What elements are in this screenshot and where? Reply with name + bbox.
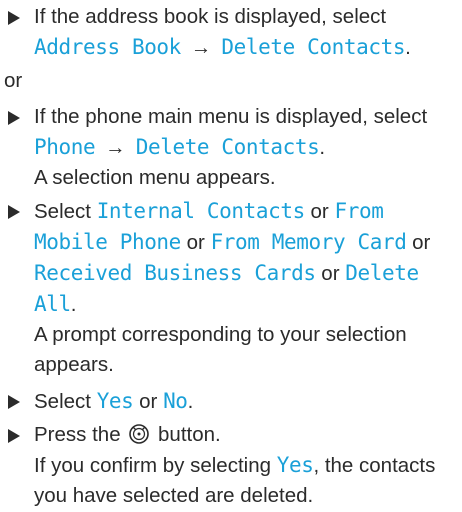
period: . <box>405 36 411 59</box>
step-result: A prompt corresponding to your selection… <box>34 323 407 376</box>
step-text: Select <box>34 200 91 223</box>
step-result: If you confirm by selecting <box>34 454 271 477</box>
step-text-end: button. <box>158 423 221 446</box>
step-phone-menu: If the phone main menu is displayed, sel… <box>4 102 458 193</box>
or-word: or <box>412 231 431 254</box>
menu-item-phone: Phone <box>34 135 96 159</box>
step-text: If the phone main menu is displayed, sel… <box>34 105 428 128</box>
option-yes: Yes <box>96 389 134 413</box>
or-word: or <box>310 200 329 223</box>
menu-item-delete-contacts: Delete Contacts <box>221 35 406 59</box>
option-no: No <box>163 389 188 413</box>
step-text: If the address book is displayed, select <box>34 5 387 28</box>
step-result: A selection menu appears. <box>34 166 276 189</box>
option-from-memory-card: From Memory Card <box>210 230 407 254</box>
step-select-yes-no: Select Yes or No. <box>4 386 458 417</box>
or-word: or <box>186 231 205 254</box>
menu-arrow: → <box>105 136 126 159</box>
or-word: or <box>321 262 340 285</box>
step-select-source: Select Internal Contacts or From Mobile … <box>4 196 458 380</box>
menu-arrow: → <box>190 36 212 59</box>
option-received-business-cards: Received Business Cards <box>34 261 316 285</box>
bullet-arrow-icon <box>8 205 20 219</box>
or-separator: or <box>4 69 23 92</box>
period: . <box>187 390 194 413</box>
rotary-push-button-icon <box>128 423 150 445</box>
bullet-arrow-icon <box>8 11 20 25</box>
period: . <box>70 293 77 316</box>
step-address-book: If the address book is displayed, select… <box>4 2 458 63</box>
option-yes: Yes <box>276 453 314 477</box>
menu-item-address-book: Address Book <box>34 35 181 59</box>
step-text: Select <box>34 390 91 413</box>
step-text: Press the <box>34 423 121 446</box>
menu-item-delete-contacts: Delete Contacts <box>135 135 320 159</box>
step-press-button: Press the button. If you confirm by sele… <box>4 420 458 511</box>
bullet-arrow-icon <box>8 429 20 443</box>
or-word: or <box>139 390 158 413</box>
instruction-page: If the address book is displayed, select… <box>0 0 462 512</box>
bullet-arrow-icon <box>8 111 20 125</box>
option-internal-contacts: Internal Contacts <box>96 199 306 223</box>
bullet-arrow-icon <box>8 395 20 409</box>
period: . <box>319 136 326 159</box>
